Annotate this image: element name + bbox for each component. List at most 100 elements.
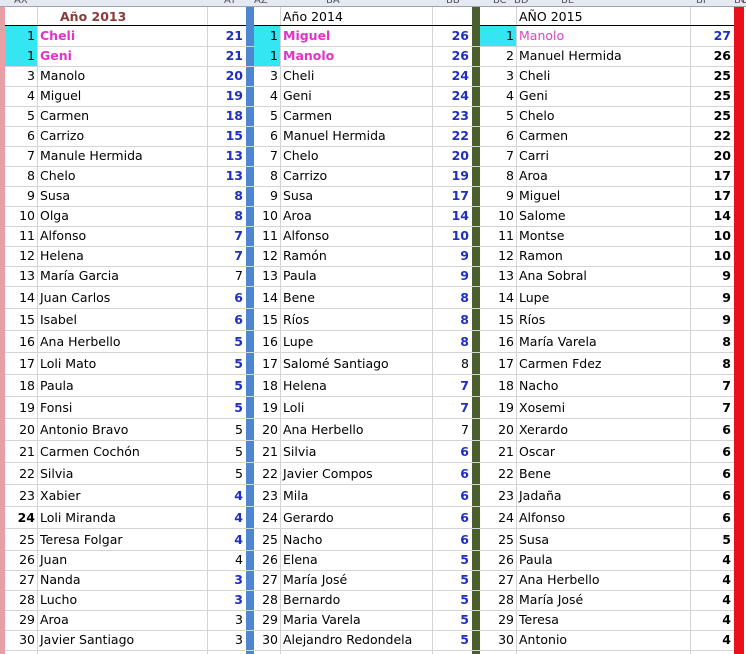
name-cell[interactable]: Xosemi — [516, 398, 690, 418]
value-cell[interactable]: 13 — [207, 166, 246, 186]
name-cell[interactable]: Chelo — [280, 146, 432, 166]
rank-cell[interactable]: 29 — [480, 610, 516, 630]
value-cell[interactable]: 6 — [690, 464, 734, 484]
rank-cell[interactable]: 17 — [480, 354, 516, 374]
name-cell[interactable]: Teresa — [516, 610, 690, 630]
name-cell[interactable]: Aroa — [37, 610, 207, 630]
value-cell[interactable]: 8 — [432, 310, 472, 330]
rank-cell[interactable]: 23 — [254, 486, 280, 506]
column-letter[interactable]: BE — [561, 0, 574, 6]
value-cell[interactable]: 5 — [207, 376, 246, 396]
name-cell[interactable]: Olga — [37, 206, 207, 226]
name-cell[interactable]: Salome — [516, 206, 690, 226]
value-cell[interactable]: 5 — [207, 398, 246, 418]
name-cell[interactable]: Gerardo — [280, 508, 432, 528]
name-cell[interactable]: Alfonso — [516, 508, 690, 528]
name-cell[interactable]: Paula — [280, 266, 432, 286]
value-cell[interactable]: 5 — [432, 610, 472, 630]
rank-cell[interactable]: 3 — [5, 66, 37, 86]
rank-cell[interactable]: 24 — [480, 508, 516, 528]
rank-cell[interactable]: 7 — [5, 146, 37, 166]
rank-cell[interactable]: 27 — [254, 570, 280, 590]
name-cell[interactable]: Jadaña — [516, 486, 690, 506]
value-cell[interactable]: 8 — [207, 186, 246, 206]
value-cell[interactable]: 9 — [432, 246, 472, 266]
name-cell[interactable]: Juan — [37, 550, 207, 570]
rank-cell[interactable]: 3 — [480, 66, 516, 86]
name-cell[interactable]: Miguel — [37, 86, 207, 106]
value-cell[interactable]: 20 — [207, 66, 246, 86]
rank-cell[interactable]: 20 — [254, 420, 280, 440]
name-cell[interactable]: Manolo — [37, 66, 207, 86]
value-cell[interactable]: 20 — [690, 146, 734, 166]
rank-cell[interactable]: 28 — [5, 590, 37, 610]
name-cell[interactable]: Manuel Hermida — [280, 126, 432, 146]
value-cell[interactable]: 14 — [432, 206, 472, 226]
column-letter[interactable]: AZ — [254, 0, 268, 6]
rank-cell[interactable]: 17 — [254, 354, 280, 374]
rank-cell[interactable]: 10 — [254, 206, 280, 226]
value-cell[interactable]: 20 — [432, 146, 472, 166]
rank-cell[interactable]: 21 — [254, 442, 280, 462]
value-cell[interactable]: 3 — [207, 610, 246, 630]
rank-cell[interactable]: 26 — [254, 550, 280, 570]
value-cell[interactable]: 8 — [690, 354, 734, 374]
column-letter[interactable]: BA — [326, 0, 340, 6]
value-cell[interactable]: 9 — [690, 310, 734, 330]
value-cell[interactable]: 4 — [690, 610, 734, 630]
column-letter[interactable]: AX — [14, 0, 28, 6]
rank-cell[interactable]: 19 — [5, 398, 37, 418]
value-cell[interactable]: 6 — [207, 288, 246, 308]
value-cell[interactable]: 19 — [432, 166, 472, 186]
value-cell[interactable]: 26 — [432, 46, 472, 66]
rank-cell[interactable]: 10 — [480, 206, 516, 226]
rank-cell[interactable]: 18 — [5, 376, 37, 396]
name-cell[interactable]: Susa — [280, 186, 432, 206]
value-cell[interactable]: 27 — [690, 26, 734, 46]
name-cell[interactable]: Fonsi — [37, 398, 207, 418]
rank-cell[interactable]: 20 — [480, 420, 516, 440]
name-cell[interactable]: Maria Varela — [280, 610, 432, 630]
name-cell[interactable]: Chelo — [37, 166, 207, 186]
rank-cell[interactable]: 5 — [5, 106, 37, 126]
name-cell[interactable]: Antonio Bravo — [37, 420, 207, 440]
rank-cell[interactable]: 4 — [5, 86, 37, 106]
value-cell[interactable]: 5 — [207, 442, 246, 462]
value-cell[interactable]: 14 — [690, 206, 734, 226]
value-cell[interactable]: 19 — [207, 86, 246, 106]
name-cell[interactable]: Miguel — [516, 186, 690, 206]
rank-cell[interactable]: 15 — [5, 310, 37, 330]
rank-cell[interactable]: 9 — [5, 186, 37, 206]
rank-cell[interactable]: 6 — [254, 126, 280, 146]
rank-cell[interactable]: 13 — [254, 266, 280, 286]
rank-cell[interactable]: 7 — [480, 146, 516, 166]
column-letter[interactable]: BH — [742, 0, 746, 6]
value-cell[interactable]: 22 — [690, 126, 734, 146]
rank-cell[interactable]: 15 — [254, 310, 280, 330]
value-cell[interactable]: 4 — [207, 530, 246, 550]
value-cell[interactable]: 24 — [432, 66, 472, 86]
rank-cell[interactable]: 14 — [5, 288, 37, 308]
rank-cell[interactable]: 19 — [480, 398, 516, 418]
rank-cell[interactable]: 24 — [5, 508, 37, 528]
name-cell[interactable]: Paula — [37, 376, 207, 396]
name-cell[interactable]: Ramón — [280, 246, 432, 266]
value-cell[interactable]: 21 — [207, 26, 246, 46]
name-cell[interactable]: Carmen Fdez — [516, 354, 690, 374]
rank-cell[interactable]: 13 — [5, 266, 37, 286]
value-cell[interactable]: 9 — [690, 266, 734, 286]
name-cell[interactable]: Susa — [37, 186, 207, 206]
name-cell[interactable]: Carmen Cochón — [37, 442, 207, 462]
rank-cell[interactable]: 8 — [254, 166, 280, 186]
value-cell[interactable]: 7 — [432, 420, 472, 440]
rank-cell[interactable]: 8 — [480, 166, 516, 186]
rank-cell[interactable]: 12 — [254, 246, 280, 266]
rank-cell[interactable]: 11 — [254, 226, 280, 246]
name-cell[interactable]: Chelo — [516, 106, 690, 126]
rank-cell[interactable]: 1 — [254, 46, 280, 66]
value-cell[interactable]: 6 — [690, 420, 734, 440]
rank-cell[interactable]: 20 — [5, 420, 37, 440]
rank-cell[interactable]: 6 — [480, 126, 516, 146]
value-cell[interactable]: 4 — [207, 508, 246, 528]
rank-cell[interactable]: 25 — [5, 530, 37, 550]
